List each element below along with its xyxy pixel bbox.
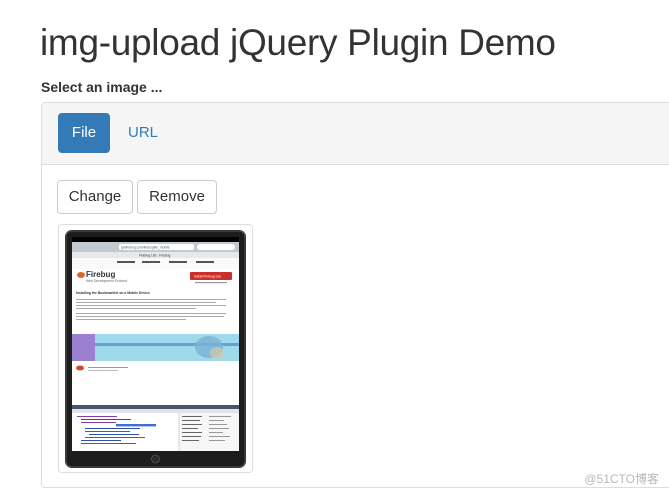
upload-source-tabs: File URL [42,103,669,165]
image-upload-panel: File URL Change Remove getfirebug.com/fi… [41,102,669,488]
select-image-label: Select an image ... [41,79,163,95]
page-title: img-upload jQuery Plugin Demo [40,22,556,63]
change-button[interactable]: Change [57,180,133,214]
preview-section-heading: Installing the Bookmarklet on a Mobile D… [76,291,150,295]
image-preview-thumbnail: getfirebug.com/firebuglite_mobile Firebu… [58,224,253,473]
remove-button[interactable]: Remove [137,180,217,214]
watermark: @51CTO博客 [584,472,659,486]
preview-firebug-tagline: Web Development Evolved. [86,279,128,283]
tab-file[interactable]: File [58,113,110,153]
preview-tab-title: Firebug Lite : Firebug [139,254,171,258]
tab-url[interactable]: URL [113,113,173,153]
preview-firebug-logo: Firebug [86,270,115,279]
preview-install-button: Install Firebug Lite [194,274,221,278]
ipad-screenshot-image: getfirebug.com/firebuglite_mobile Firebu… [65,230,246,468]
preview-browser-url: getfirebug.com/firebuglite_mobile [121,246,170,250]
